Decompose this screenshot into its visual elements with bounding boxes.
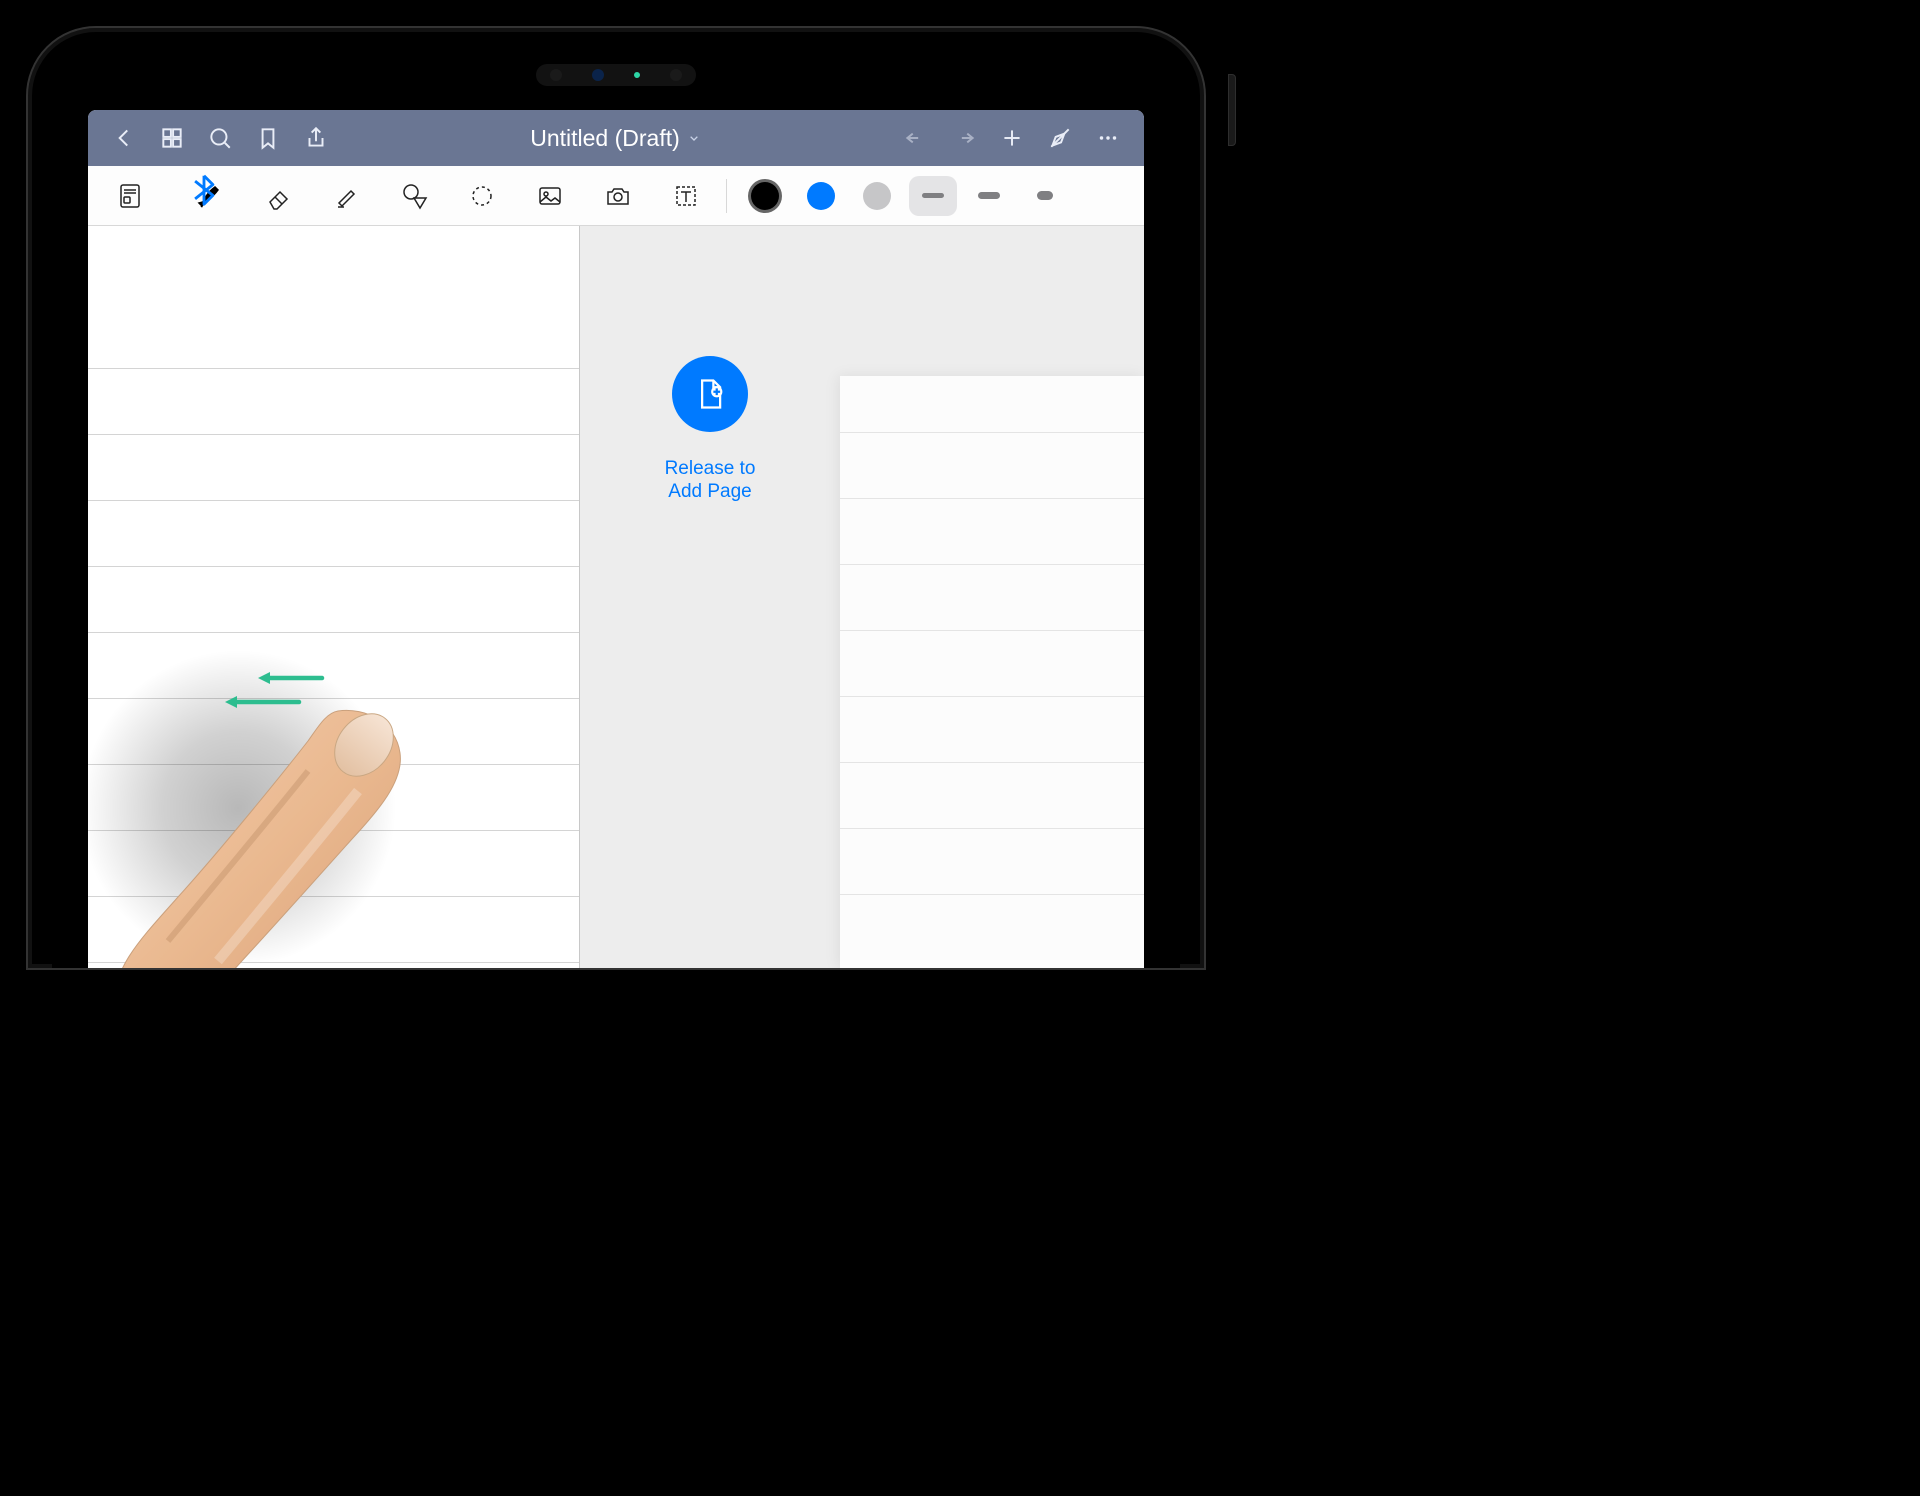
color-swatch-blue[interactable] — [807, 182, 835, 210]
bluetooth-badge-icon — [188, 174, 220, 209]
device-side-button — [1228, 74, 1236, 146]
note-page-next[interactable] — [840, 376, 1144, 968]
shape-tool[interactable] — [384, 172, 444, 220]
app-screen: Untitled (Draft) — [88, 110, 1144, 968]
device-frame: Untitled (Draft) — [26, 26, 1206, 970]
image-tool[interactable] — [520, 172, 580, 220]
search-button[interactable] — [198, 116, 242, 160]
undo-button[interactable] — [894, 116, 938, 160]
grid-view-button[interactable] — [150, 116, 194, 160]
chevron-down-icon — [686, 125, 702, 152]
add-page-button[interactable] — [672, 356, 748, 432]
thickness-thick[interactable] — [1021, 176, 1069, 216]
back-button[interactable] — [102, 116, 146, 160]
more-button[interactable] — [1086, 116, 1130, 160]
color-swatch-gray[interactable] — [863, 182, 891, 210]
header-bar: Untitled (Draft) — [88, 110, 1144, 166]
eraser-tool[interactable] — [248, 172, 308, 220]
add-button[interactable] — [990, 116, 1034, 160]
bookmark-button[interactable] — [246, 116, 290, 160]
toolbar-separator — [726, 179, 727, 213]
document-title-text: Untitled (Draft) — [530, 125, 680, 152]
thickness-medium[interactable] — [965, 176, 1013, 216]
add-page-gap: Release to Add Page — [580, 226, 840, 968]
lasso-tool[interactable] — [452, 172, 512, 220]
pen-tool[interactable] — [180, 172, 240, 220]
redo-button[interactable] — [942, 116, 986, 160]
device-camera-strip — [536, 64, 696, 86]
stylus-toggle-button[interactable] — [1038, 116, 1082, 160]
camera-tool[interactable] — [588, 172, 648, 220]
canvas-area[interactable]: Release to Add Page — [88, 226, 1144, 968]
page-template-tool[interactable] — [100, 172, 160, 220]
color-swatch-black[interactable] — [751, 182, 779, 210]
highlighter-tool[interactable] — [316, 172, 376, 220]
text-tool[interactable] — [656, 172, 716, 220]
thickness-thin[interactable] — [909, 176, 957, 216]
document-title[interactable]: Untitled (Draft) — [338, 125, 894, 152]
add-page-label: Release to Add Page — [665, 458, 756, 504]
tool-toolbar — [88, 166, 1144, 226]
note-page-current[interactable] — [88, 226, 580, 968]
share-button[interactable] — [294, 116, 338, 160]
